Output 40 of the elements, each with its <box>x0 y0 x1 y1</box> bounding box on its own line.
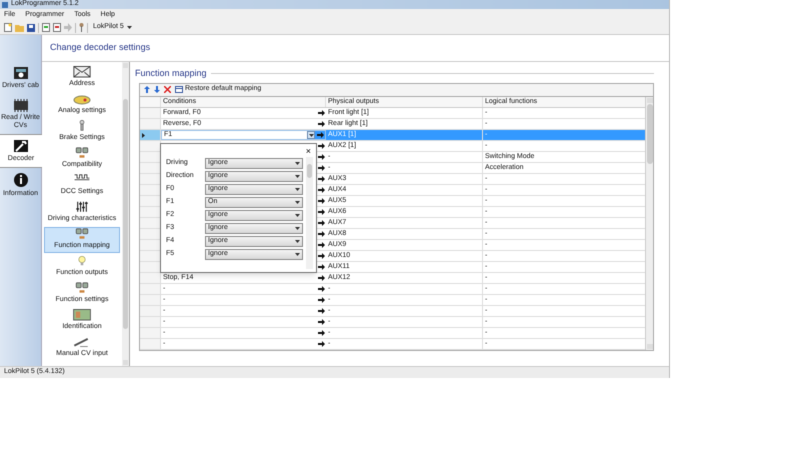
caret-icon <box>295 214 300 216</box>
switch-buttons-icon <box>74 228 90 240</box>
sliders-icon <box>74 201 90 212</box>
dial-icon <box>73 94 91 104</box>
new-file-icon[interactable] <box>4 23 12 32</box>
caret-icon <box>295 240 300 242</box>
section-title: Function mapping <box>135 67 207 80</box>
down-arrow-icon[interactable] <box>154 86 160 93</box>
info-icon <box>12 172 28 188</box>
import-icon[interactable] <box>42 23 50 32</box>
light-bulb-icon <box>76 255 88 266</box>
cab-icon <box>12 66 28 80</box>
switch-buttons-icon <box>74 147 90 158</box>
scrollbar[interactable] <box>122 62 129 366</box>
dropdown-toggle[interactable] <box>307 131 315 139</box>
scrollbar[interactable] <box>645 96 653 350</box>
table-icon <box>175 86 183 93</box>
brake-icon <box>77 120 87 132</box>
caret-icon <box>295 174 300 178</box>
save-icon[interactable] <box>27 24 35 32</box>
export-icon[interactable] <box>53 23 61 32</box>
caret-icon <box>295 162 300 164</box>
scrollbar[interactable] <box>306 156 313 268</box>
app-icon <box>2 2 8 8</box>
caret-icon <box>295 226 300 230</box>
envelope-icon <box>73 66 91 78</box>
up-arrow-icon[interactable] <box>144 86 150 93</box>
caret-icon <box>295 188 300 190</box>
caret-icon <box>295 200 300 204</box>
delete-icon[interactable] <box>164 86 171 93</box>
key-icon[interactable] <box>79 23 84 32</box>
row-pointer-icon <box>142 132 145 138</box>
caret-icon <box>308 134 314 136</box>
page-title: Change decoder settings <box>50 41 150 54</box>
switch-buttons-icon <box>74 282 90 294</box>
memory-chip-icon <box>12 98 28 112</box>
caret-icon <box>126 26 132 29</box>
id-card-icon <box>72 309 92 320</box>
wrench-icon <box>13 139 29 153</box>
caret-icon <box>295 252 300 256</box>
